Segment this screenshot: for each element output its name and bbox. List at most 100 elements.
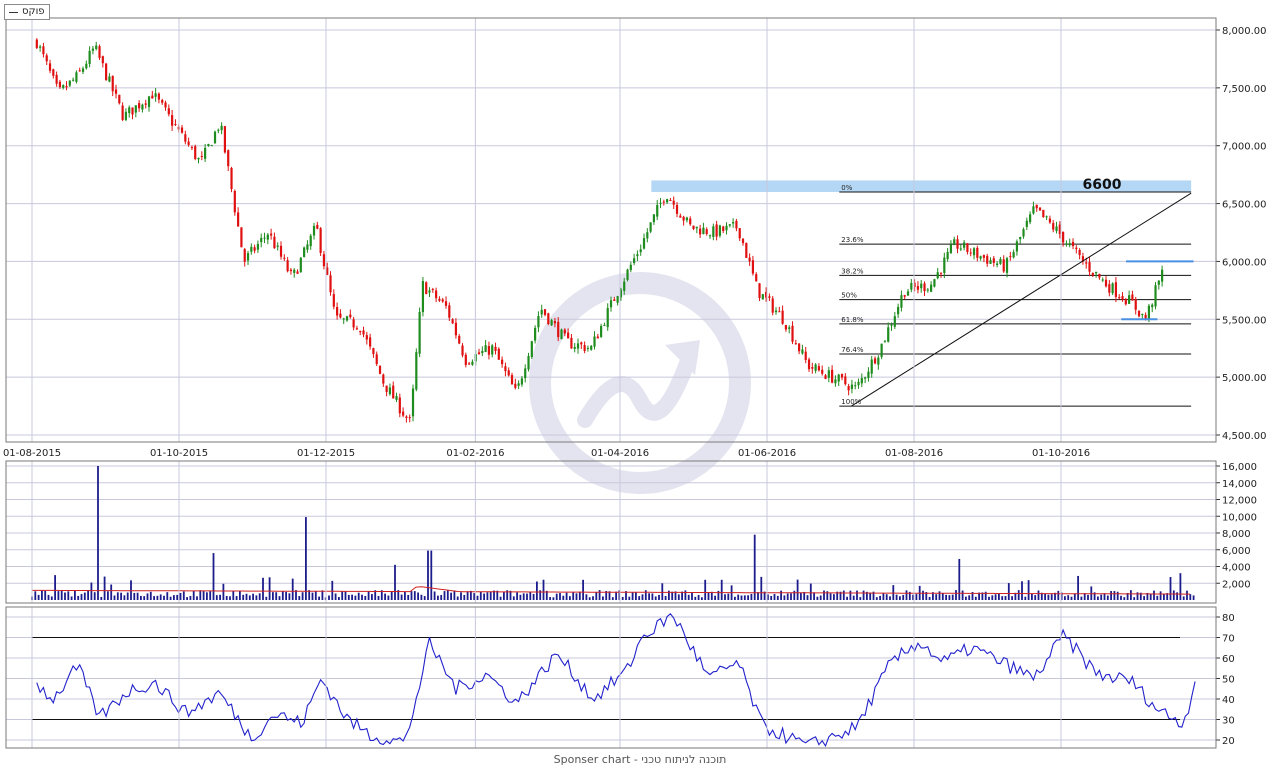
volume-bar bbox=[351, 594, 353, 600]
volume-bar bbox=[47, 594, 50, 600]
candle-body bbox=[557, 321, 560, 338]
candle-body bbox=[213, 131, 217, 144]
price-tick-label: 5,000.00 bbox=[1222, 373, 1267, 384]
volume-bar bbox=[664, 596, 667, 600]
volume-bar bbox=[562, 595, 565, 600]
volume-bar bbox=[885, 594, 888, 600]
volume-bar bbox=[400, 594, 403, 600]
candle-body bbox=[652, 214, 656, 223]
volume-bar bbox=[615, 591, 617, 600]
candle-body bbox=[1114, 282, 1118, 297]
candle-body bbox=[88, 50, 91, 64]
volume-bar bbox=[57, 591, 60, 600]
candle-body bbox=[78, 70, 81, 72]
candle-body bbox=[461, 345, 464, 356]
candle-body bbox=[666, 199, 669, 203]
volume-bar bbox=[232, 590, 235, 600]
volume-bar bbox=[110, 584, 113, 600]
volume-bar bbox=[998, 593, 1000, 600]
candle-body bbox=[329, 275, 332, 293]
volume-bar bbox=[849, 590, 852, 600]
volume-bar bbox=[965, 596, 967, 600]
candle-body bbox=[847, 386, 850, 391]
rsi-tick-label: 80 bbox=[1222, 613, 1235, 624]
candle-body bbox=[220, 125, 223, 131]
volume-bar bbox=[1087, 594, 1089, 600]
candle-body bbox=[821, 369, 824, 374]
candle-body bbox=[204, 147, 207, 159]
volume-bar bbox=[133, 592, 136, 600]
candle-body bbox=[986, 255, 989, 264]
volume-bar bbox=[479, 591, 482, 600]
volume-bar bbox=[899, 596, 901, 600]
candle-body bbox=[563, 329, 566, 334]
candle-body bbox=[685, 217, 689, 221]
candle-body bbox=[778, 311, 781, 313]
candle-body bbox=[870, 359, 873, 374]
candle-body bbox=[339, 313, 342, 318]
candle-body bbox=[728, 224, 731, 226]
candle-body bbox=[487, 346, 491, 355]
candle-body bbox=[303, 247, 306, 257]
fib-level-label: 50% bbox=[841, 292, 857, 300]
candle-body bbox=[613, 299, 616, 301]
candle-body bbox=[1151, 304, 1154, 308]
volume-bar bbox=[575, 593, 578, 600]
candle-body bbox=[840, 374, 844, 378]
candle-body bbox=[1154, 285, 1157, 307]
rsi-tick-label: 60 bbox=[1222, 654, 1235, 665]
volume-bar bbox=[443, 591, 446, 600]
candle-body bbox=[959, 248, 962, 250]
candle-body bbox=[517, 383, 520, 386]
candle-body bbox=[837, 374, 840, 382]
candle-body bbox=[880, 343, 883, 357]
volume-bar bbox=[341, 591, 344, 600]
candle-body bbox=[771, 298, 774, 313]
candle-body bbox=[385, 385, 388, 392]
candle-body bbox=[629, 264, 632, 271]
candle-body bbox=[831, 369, 834, 383]
volume-bar bbox=[235, 596, 238, 600]
volume-bar bbox=[922, 590, 924, 600]
volume-bar bbox=[453, 590, 456, 600]
candle-body bbox=[306, 244, 309, 250]
candle-body bbox=[1085, 262, 1088, 264]
candle-body bbox=[939, 272, 943, 274]
candle-body bbox=[636, 254, 639, 257]
volume-bar bbox=[1073, 593, 1076, 600]
volume-bar bbox=[334, 593, 337, 600]
volume-bar bbox=[305, 517, 307, 600]
volume-bar bbox=[740, 595, 743, 600]
candle-body bbox=[164, 102, 167, 108]
volume-bar bbox=[44, 590, 47, 600]
volume-bar bbox=[219, 594, 221, 600]
x-tick-label: 01-10-2016 bbox=[1032, 448, 1090, 459]
candle-body bbox=[425, 282, 428, 295]
candle-body bbox=[441, 299, 444, 302]
volume-bar bbox=[951, 594, 954, 600]
volume-bar bbox=[595, 592, 598, 600]
candle-body bbox=[639, 249, 642, 253]
candle-body bbox=[362, 330, 365, 335]
candle-body bbox=[659, 202, 662, 204]
volume-bar bbox=[489, 591, 492, 600]
candle-body bbox=[864, 377, 867, 379]
volume-bar bbox=[760, 576, 763, 600]
candle-body bbox=[1108, 284, 1111, 293]
candle-body bbox=[95, 45, 98, 50]
volume-bar bbox=[1027, 580, 1030, 600]
candle-body bbox=[669, 200, 672, 202]
candle-body bbox=[180, 127, 184, 133]
volume-bar bbox=[311, 592, 314, 600]
volume-bar bbox=[628, 596, 631, 600]
candle-body bbox=[124, 111, 128, 120]
volume-bar bbox=[357, 592, 360, 600]
candle-body bbox=[286, 260, 289, 272]
volume-bar bbox=[288, 593, 291, 600]
candle-body bbox=[418, 311, 421, 354]
volume-bar bbox=[1182, 596, 1185, 600]
candle-body bbox=[240, 227, 243, 248]
candle-body bbox=[695, 226, 698, 229]
candle-body bbox=[1019, 237, 1022, 240]
candle-body bbox=[309, 235, 312, 247]
